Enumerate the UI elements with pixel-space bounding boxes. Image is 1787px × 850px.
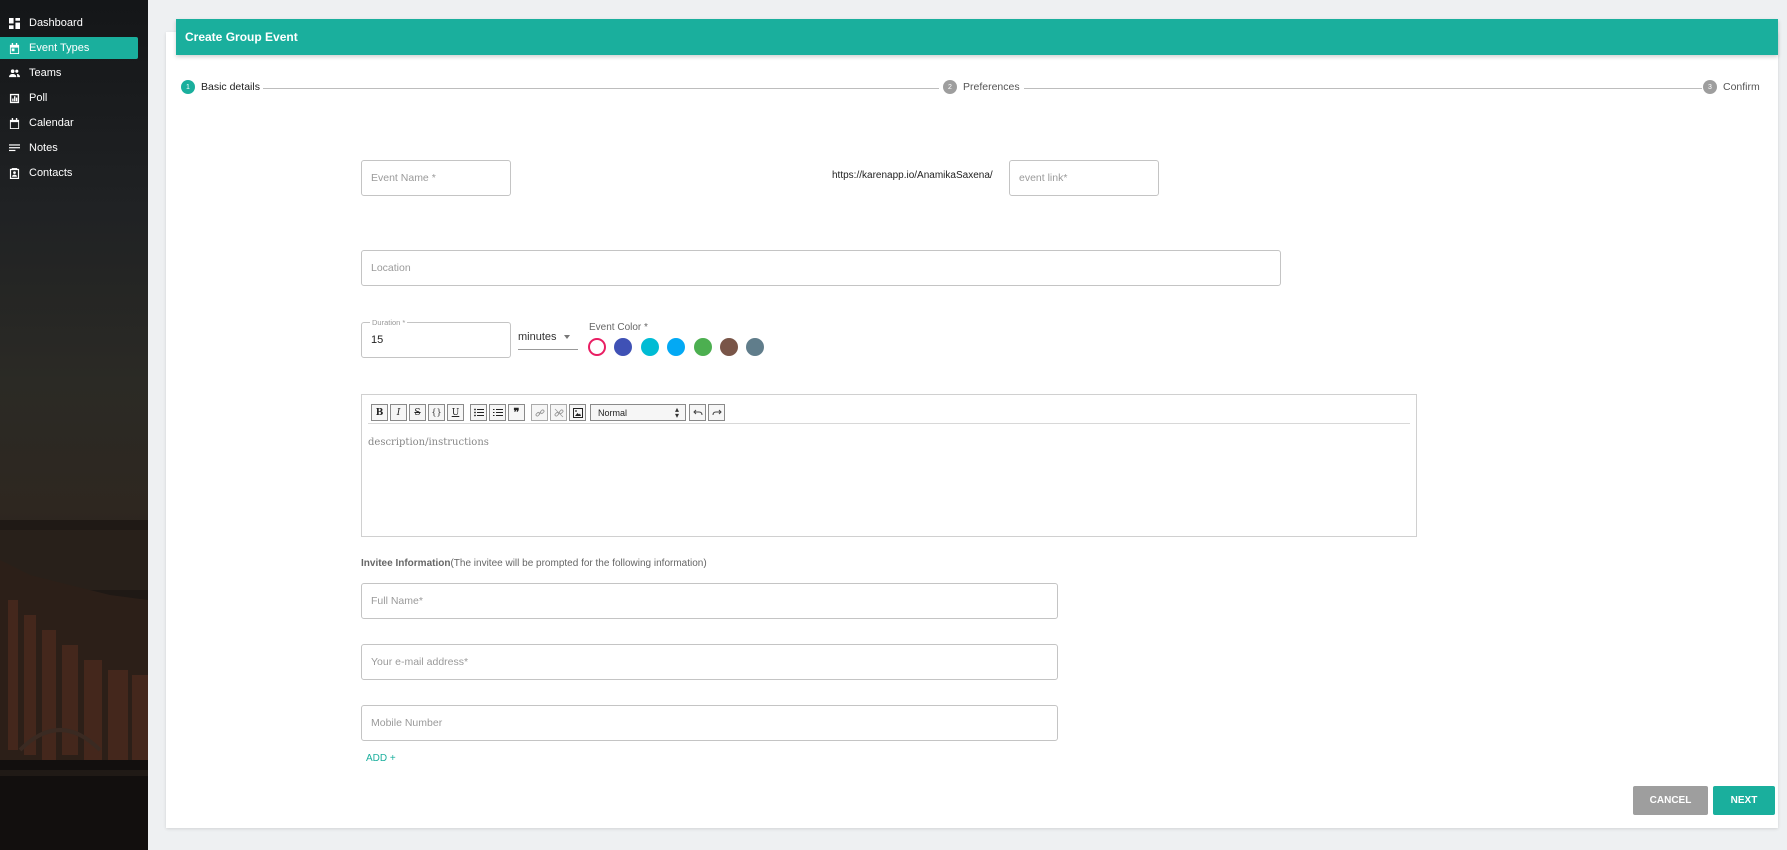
poll-icon	[8, 92, 20, 104]
event-link-placeholder: event link*	[1019, 172, 1068, 184]
italic-icon[interactable]: I	[390, 404, 407, 421]
underline-icon[interactable]: U	[447, 404, 464, 421]
ordered-list-icon[interactable]	[489, 404, 506, 421]
event-name-placeholder: Event Name *	[371, 172, 436, 184]
step-number: 3	[1703, 80, 1717, 94]
step-label: Confirm	[1723, 81, 1760, 93]
duration-unit-value: minutes	[518, 331, 557, 343]
sidebar-item-teams[interactable]: Teams	[0, 62, 138, 84]
redo-icon[interactable]	[708, 404, 725, 421]
select-arrows-icon: ▴ ▾	[674, 405, 679, 420]
email-input[interactable]: Your e-mail address*	[361, 644, 1058, 680]
bold-icon[interactable]: B	[371, 404, 388, 421]
image-icon[interactable]	[569, 404, 586, 421]
duration-input[interactable]: 15	[361, 322, 511, 358]
sidebar-nav: Dashboard Event Types Teams Poll Calenda…	[0, 12, 148, 187]
color-swatch-blue-grey[interactable]	[746, 338, 764, 356]
sidebar-item-label: Event Types	[29, 42, 90, 54]
people-icon	[8, 67, 20, 79]
calendar-event-icon	[8, 42, 20, 54]
chevron-down-icon	[563, 335, 570, 339]
sidebar-item-label: Notes	[29, 142, 58, 154]
description-editor: B I S {} U ❞ Normal ▴ ▾ description/inst…	[361, 394, 1417, 537]
location-placeholder: Location	[371, 262, 411, 274]
duration-unit-select[interactable]: minutes	[518, 325, 578, 350]
color-swatch-cyan[interactable]	[641, 338, 659, 356]
sidebar: Dashboard Event Types Teams Poll Calenda…	[0, 0, 148, 850]
sidebar-item-dashboard[interactable]: Dashboard	[0, 12, 138, 34]
description-placeholder: description/instructions	[368, 437, 489, 448]
step-confirm[interactable]: 3 Confirm	[1703, 80, 1760, 94]
invitee-information-heading: Invitee Information(The invitee will be …	[361, 558, 707, 569]
sidebar-background-image	[0, 520, 148, 850]
code-icon[interactable]: {}	[428, 404, 445, 421]
sidebar-item-event-types[interactable]: Event Types	[0, 37, 138, 59]
email-placeholder: Your e-mail address*	[371, 656, 469, 668]
full-name-placeholder: Full Name*	[371, 595, 423, 607]
calendar-icon	[8, 117, 20, 129]
format-select[interactable]: Normal ▴ ▾	[590, 404, 686, 421]
full-name-input[interactable]: Full Name*	[361, 583, 1058, 619]
event-name-input[interactable]: Event Name *	[361, 160, 511, 196]
duration-value: 15	[371, 334, 384, 346]
location-input[interactable]: Location	[361, 250, 1281, 286]
stepper-connector	[1024, 88, 1702, 89]
add-field-button[interactable]: ADD +	[366, 753, 396, 764]
color-swatch-green[interactable]	[694, 338, 712, 356]
sidebar-item-contacts[interactable]: Contacts	[0, 162, 138, 184]
mobile-number-input[interactable]: Mobile Number	[361, 705, 1058, 741]
step-number: 1	[181, 80, 195, 94]
mobile-placeholder: Mobile Number	[371, 717, 443, 729]
notes-icon	[8, 142, 20, 154]
bullet-list-icon[interactable]	[470, 404, 487, 421]
dashboard-icon	[8, 17, 20, 29]
color-swatch-brown[interactable]	[720, 338, 738, 356]
undo-icon[interactable]	[689, 404, 706, 421]
sidebar-item-label: Poll	[29, 92, 48, 104]
page-title: Create Group Event	[176, 19, 1778, 55]
step-label: Preferences	[963, 81, 1020, 93]
cancel-button[interactable]: CANCEL	[1633, 786, 1708, 815]
invitee-title: Invitee Information	[361, 558, 451, 569]
sidebar-item-label: Contacts	[29, 167, 73, 179]
sidebar-item-poll[interactable]: Poll	[0, 87, 138, 109]
color-swatch-indigo[interactable]	[614, 338, 632, 356]
event-link-input[interactable]: event link*	[1009, 160, 1159, 196]
blockquote-icon[interactable]: ❞	[508, 404, 525, 421]
link-icon[interactable]	[531, 404, 548, 421]
event-color-label: Event Color *	[589, 322, 648, 333]
color-swatch-pink-selected[interactable]	[588, 338, 606, 356]
sidebar-item-label: Dashboard	[29, 17, 83, 29]
sidebar-item-notes[interactable]: Notes	[0, 137, 138, 159]
contacts-icon	[8, 167, 20, 179]
color-swatch-light-blue[interactable]	[667, 338, 685, 356]
step-basic-details[interactable]: 1 Basic details	[181, 80, 260, 94]
duration-label: Duration *	[370, 318, 408, 327]
event-url-prefix: https://karenapp.io/AnamikaSaxena/	[832, 170, 993, 181]
step-number: 2	[943, 80, 957, 94]
format-select-value: Normal	[598, 407, 628, 418]
sidebar-item-label: Calendar	[29, 117, 74, 129]
step-preferences[interactable]: 2 Preferences	[943, 80, 1020, 94]
strikethrough-icon[interactable]: S	[409, 404, 426, 421]
step-label: Basic details	[201, 81, 260, 93]
sidebar-item-label: Teams	[29, 67, 62, 79]
unlink-icon[interactable]	[550, 404, 567, 421]
invitee-subtitle: (The invitee will be prompted for the fo…	[450, 558, 707, 569]
stepper-connector	[263, 88, 939, 89]
next-button[interactable]: NEXT	[1713, 786, 1775, 815]
editor-toolbar: B I S {} U ❞ Normal ▴ ▾	[368, 402, 1410, 424]
sidebar-item-calendar[interactable]: Calendar	[0, 112, 138, 134]
